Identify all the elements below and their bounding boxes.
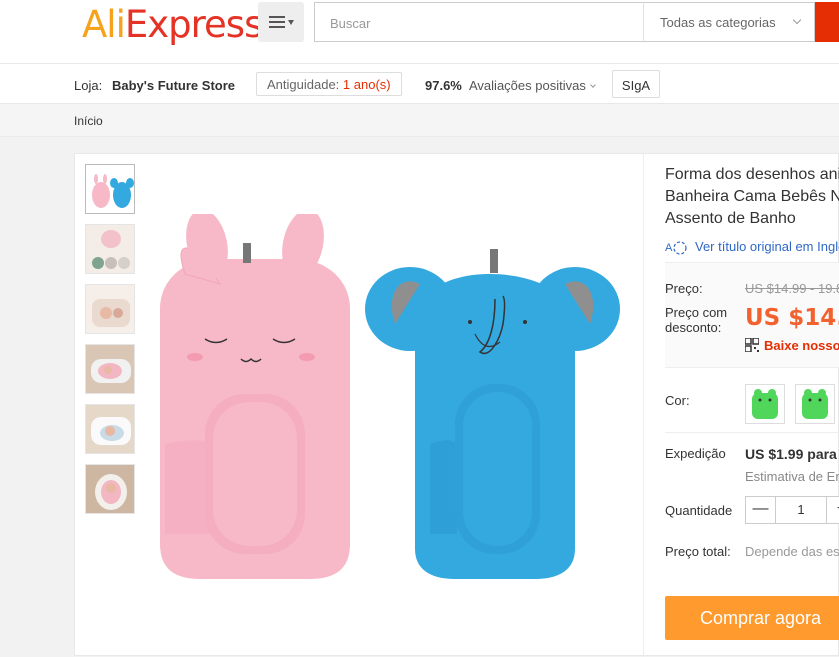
logo-ali-text: Ali: [82, 3, 126, 46]
caret-down-icon: [287, 19, 294, 25]
category-select[interactable]: Todas as categorias: [643, 2, 815, 42]
product-card: Forma dos desenhos animados Banheira Cam…: [74, 153, 839, 657]
category-select-label: Todas as categorias: [660, 15, 776, 30]
shipping-value: US $1.99 para Brasil: [745, 446, 839, 462]
translate-icon: A: [665, 240, 687, 256]
chevron-down-icon: [792, 15, 802, 25]
aliexpress-logo[interactable]: AliExpress®: [82, 3, 271, 46]
original-title-link[interactable]: A Ver título original em Inglês: [665, 239, 839, 256]
total-price-value: Depende das especificações: [745, 544, 839, 559]
main-product-image[interactable]: [145, 214, 645, 594]
buy-now-button[interactable]: Comprar agora: [665, 596, 839, 640]
quantity-increase-button[interactable]: +: [826, 497, 839, 523]
store-age-value: 1 ano(s): [342, 77, 391, 92]
product-title: Forma dos desenhos animados Banheira Cam…: [665, 166, 839, 227]
app-download-link[interactable]: Baixe nosso app: [744, 337, 839, 353]
menu-icon: [268, 16, 285, 28]
quantity-stepper: — 1 +: [745, 496, 839, 524]
categories-menu-button[interactable]: [258, 2, 304, 42]
search-button[interactable]: [815, 2, 839, 42]
top-header: AliExpress® Buscar Todas as categorias: [0, 0, 839, 64]
product-info-panel: Forma dos desenhos animados Banheira Cam…: [665, 154, 839, 657]
thumbnail-6[interactable]: [85, 464, 135, 514]
thumbnail-2[interactable]: [85, 224, 135, 274]
thumbnail-5[interactable]: [85, 404, 135, 454]
price-area: Preço: US $14.99 - 19.89 Preço com desco…: [665, 262, 839, 368]
breadcrumb-home-link[interactable]: Início: [74, 114, 103, 128]
divider: [643, 154, 644, 657]
follow-button[interactable]: SIgA: [612, 70, 660, 98]
thumbnail-list: [85, 164, 137, 524]
discount-price: US $14.24: [745, 305, 839, 331]
store-age-badge: Antiguidade: 1 ano(s): [256, 72, 402, 96]
original-price: US $14.99 - 19.89: [745, 281, 839, 296]
store-bar: Loja: Baby's Future Store Antiguidade: 1…: [0, 64, 839, 104]
quantity-decrease-button[interactable]: —: [746, 497, 776, 523]
discount-price-label: Preço com desconto:: [665, 305, 728, 335]
thumbnail-3[interactable]: [85, 284, 135, 334]
quantity-label: Quantidade: [665, 503, 733, 518]
thumbnail-1[interactable]: [85, 164, 135, 214]
total-price-label: Preço total:: [665, 544, 731, 559]
app-download-text: Baixe nosso app: [764, 338, 839, 353]
thumbnail-4[interactable]: [85, 344, 135, 394]
search-input[interactable]: Buscar: [314, 2, 644, 42]
separator: [665, 432, 839, 433]
pink-bunny-mat-image: [160, 214, 350, 579]
store-rating: 97.6%: [425, 78, 462, 93]
qr-code-icon: [744, 337, 760, 353]
svg-text:A: A: [665, 242, 673, 254]
store-name-link[interactable]: Baby's Future Store: [112, 78, 235, 93]
color-option-2[interactable]: [795, 384, 835, 424]
breadcrumb: Início: [0, 104, 839, 137]
original-title-text: Ver título original em Inglês: [695, 239, 839, 254]
logo-express-text: Express: [124, 3, 263, 46]
shipping-label: Expedição: [665, 446, 726, 461]
store-age-label: Antiguidade:: [267, 77, 340, 92]
color-option-1[interactable]: [745, 384, 785, 424]
quantity-input[interactable]: 1: [776, 497, 826, 523]
store-label: Loja:: [74, 78, 103, 93]
blue-elephant-mat-image: [365, 249, 620, 579]
reviews-label: Avaliações positivas: [469, 78, 586, 93]
color-label: Cor:: [665, 393, 690, 408]
shipping-estimate: Estimativa de Entrega: [745, 469, 839, 484]
reviews-dropdown[interactable]: Avaliações positivas: [469, 78, 596, 93]
price-label: Preço:: [665, 281, 703, 296]
chevron-down-icon: [589, 82, 596, 88]
